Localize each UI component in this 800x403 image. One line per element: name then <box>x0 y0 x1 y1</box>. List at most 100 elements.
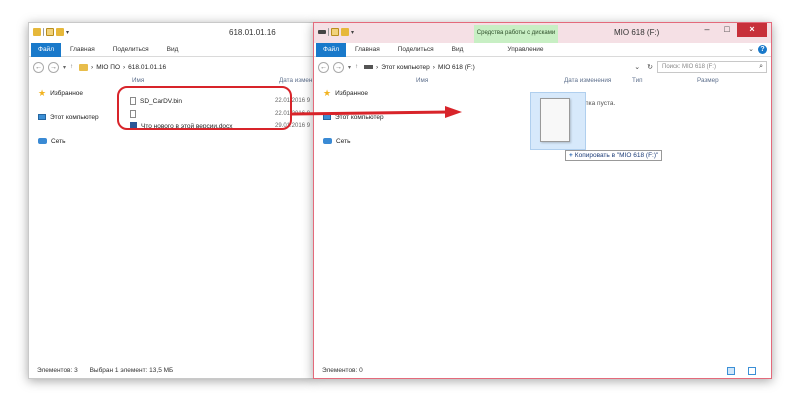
chevron-down-icon[interactable]: ▾ <box>66 29 69 36</box>
nav-item-network[interactable]: Сеть <box>314 135 398 147</box>
maximize-button[interactable]: □ <box>717 23 737 37</box>
column-date[interactable]: Дата измен <box>279 77 312 84</box>
details-view-icon[interactable] <box>727 367 735 375</box>
right-explorer-window: ▾ Средства работы с дисками MIO 618 (F:)… <box>313 22 772 379</box>
tab-home[interactable]: Главная <box>346 43 389 57</box>
nav-label: Сеть <box>336 137 351 145</box>
tab-view[interactable]: Вид <box>158 43 188 57</box>
drive-icon <box>364 65 374 69</box>
window-title: MIO 618 (F:) <box>614 28 660 37</box>
nav-item-favorites[interactable]: ★ Избранное <box>314 87 398 99</box>
copy-tooltip-text: Копировать в "MIO 618 (F:)" <box>574 152 659 159</box>
help-icon[interactable]: ? <box>758 45 767 54</box>
breadcrumb-item[interactable]: MIO 618 (F:) <box>438 64 475 71</box>
back-button[interactable]: ← <box>33 61 44 73</box>
nav-label: Этот компьютер <box>50 113 99 121</box>
folder-icon <box>33 28 41 36</box>
breadcrumb[interactable]: › МІО ПО › 618.01.01.16 <box>79 63 166 71</box>
column-name[interactable]: Имя <box>132 77 144 84</box>
search-input[interactable]: Поиск: MIO 618 (F:) ⌕ <box>657 61 767 73</box>
network-icon <box>38 138 47 144</box>
highlight-box <box>117 86 292 130</box>
address-bar: ← → ▾ ↑ › Этот компьютер › MIO 618 (F:) … <box>314 59 771 75</box>
navigation-pane: ★ Избранное Этот компьютер Сеть <box>29 77 113 364</box>
column-size[interactable]: Размер <box>697 77 719 84</box>
chevron-down-icon[interactable]: ▾ <box>351 29 354 36</box>
quick-access-toolbar[interactable]: ▾ <box>318 28 354 36</box>
breadcrumb-item[interactable]: МІО ПО <box>96 64 120 71</box>
selection-info: Выбран 1 элемент: 13,5 МБ <box>89 367 174 374</box>
ribbon-controls: ⌄ ? <box>748 45 767 54</box>
item-count: Элементов: 0 <box>322 367 363 374</box>
nav-item-favorites[interactable]: ★ Избранное <box>29 87 113 99</box>
drag-arrow-icon <box>291 106 462 118</box>
tab-home[interactable]: Главная <box>61 43 104 57</box>
tab-share[interactable]: Поделиться <box>389 43 443 57</box>
refresh-icon[interactable]: ↻ <box>647 63 653 71</box>
nav-label: Избранное <box>50 89 84 97</box>
breadcrumb-item[interactable]: 618.01.01.16 <box>128 64 166 71</box>
column-name[interactable]: Имя <box>416 77 428 84</box>
expand-ribbon-icon[interactable]: ⌄ <box>748 45 754 54</box>
star-icon: ★ <box>323 87 332 98</box>
left-explorer-window: ▾ 618.01.01.16 Файл Главная Поделиться В… <box>28 22 314 379</box>
chevron-right-icon: › <box>376 63 379 71</box>
address-dropdown-icon[interactable]: ⌄ <box>634 63 640 71</box>
star-icon: ★ <box>38 87 47 98</box>
forward-button[interactable]: → <box>48 61 59 73</box>
ribbon-tabs: Файл Главная Поделиться Вид <box>29 42 313 57</box>
context-tab-disk-tools: Средства работы с дисками <box>474 25 558 43</box>
search-placeholder: Поиск: MIO 618 (F:) <box>662 64 716 70</box>
minimize-button[interactable]: – <box>697 23 717 37</box>
new-folder-icon[interactable] <box>56 28 64 36</box>
breadcrumb[interactable]: › Этот компьютер › MIO 618 (F:) <box>364 64 475 71</box>
computer-icon <box>38 114 46 120</box>
forward-button[interactable]: → <box>333 61 344 73</box>
plus-icon: + <box>569 152 573 159</box>
drive-icon <box>318 30 326 34</box>
close-button[interactable]: × <box>737 23 767 37</box>
recent-dropdown-icon[interactable]: ▾ <box>63 64 66 71</box>
tab-share[interactable]: Поделиться <box>104 43 158 57</box>
status-bar: Элементов: 0 <box>314 364 771 378</box>
item-count: Элементов: 3 <box>37 367 78 374</box>
back-button[interactable]: ← <box>318 61 329 73</box>
dragged-file-icon <box>540 98 570 142</box>
large-icons-view-icon[interactable] <box>748 367 756 375</box>
up-button[interactable]: ↑ <box>70 64 73 70</box>
nav-label: Сеть <box>51 137 66 145</box>
separator <box>43 28 44 36</box>
properties-icon[interactable] <box>331 28 339 36</box>
column-type[interactable]: Тип <box>632 77 643 84</box>
copy-tooltip: + Копировать в "MIO 618 (F:)" <box>565 150 663 161</box>
new-folder-icon[interactable] <box>341 28 349 36</box>
up-button[interactable]: ↑ <box>355 64 358 70</box>
nav-item-network[interactable]: Сеть <box>29 135 113 147</box>
chevron-right-icon: › <box>432 63 435 71</box>
right-titlebar: ▾ Средства работы с дисками MIO 618 (F:)… <box>314 23 771 43</box>
properties-icon[interactable] <box>46 28 54 36</box>
chevron-right-icon: › <box>123 63 126 71</box>
nav-label: Избранное <box>335 89 369 97</box>
tab-file[interactable]: Файл <box>31 42 61 57</box>
status-bar: Элементов: 3 Выбран 1 элемент: 13,5 МБ <box>29 364 313 378</box>
quick-access-toolbar[interactable]: ▾ <box>33 28 69 36</box>
separator <box>328 28 329 36</box>
ribbon-tabs: Файл Главная Поделиться Вид Управление ⌄… <box>314 42 771 57</box>
chevron-right-icon: › <box>91 63 94 71</box>
breadcrumb-item[interactable]: Этот компьютер <box>381 64 430 71</box>
folder-icon <box>79 63 89 71</box>
window-controls: – □ × <box>697 23 767 37</box>
left-titlebar: ▾ 618.01.01.16 <box>29 23 313 43</box>
tab-manage[interactable]: Управление <box>498 43 552 57</box>
search-icon[interactable]: ⌕ <box>759 62 763 72</box>
recent-dropdown-icon[interactable]: ▾ <box>348 64 351 71</box>
view-toggle <box>727 367 766 375</box>
tab-view[interactable]: Вид <box>443 43 473 57</box>
network-icon <box>323 138 332 144</box>
address-bar: ← → ▾ ↑ › МІО ПО › 618.01.01.16 <box>29 59 313 75</box>
tab-file[interactable]: Файл <box>316 42 346 57</box>
column-date[interactable]: Дата изменения <box>564 77 611 84</box>
nav-item-computer[interactable]: Этот компьютер <box>29 111 113 123</box>
address-tools: ⌄ ↻ <box>634 63 653 71</box>
